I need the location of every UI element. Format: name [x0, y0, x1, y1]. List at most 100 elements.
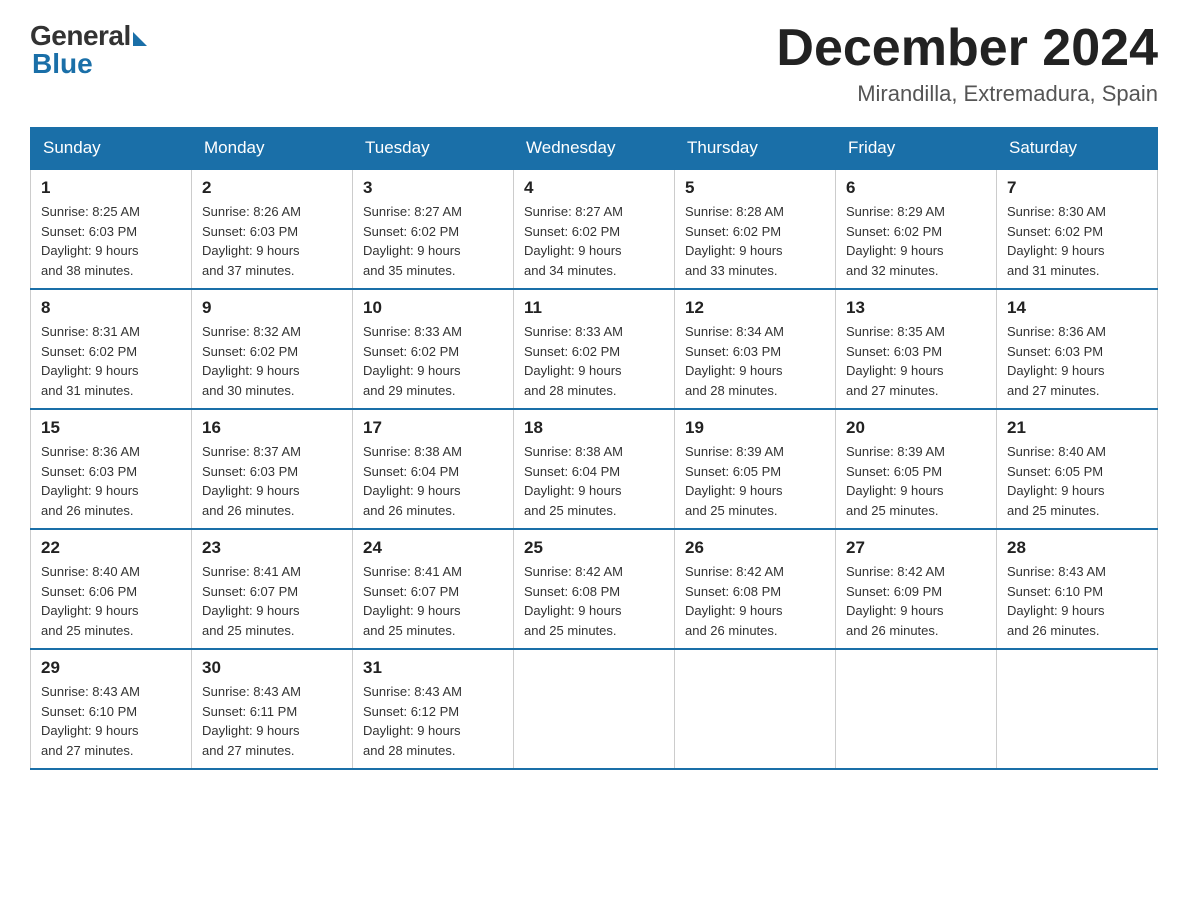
location-text: Mirandilla, Extremadura, Spain — [776, 81, 1158, 107]
page-header: General Blue December 2024 Mirandilla, E… — [30, 20, 1158, 107]
calendar-week-row: 22 Sunrise: 8:40 AMSunset: 6:06 PMDayligh… — [31, 529, 1158, 649]
day-info: Sunrise: 8:36 AMSunset: 6:03 PMDaylight:… — [41, 442, 181, 520]
day-info: Sunrise: 8:43 AMSunset: 6:10 PMDaylight:… — [41, 682, 181, 760]
day-info: Sunrise: 8:25 AMSunset: 6:03 PMDaylight:… — [41, 202, 181, 280]
day-info: Sunrise: 8:27 AMSunset: 6:02 PMDaylight:… — [524, 202, 664, 280]
day-number: 6 — [846, 178, 986, 198]
day-number: 1 — [41, 178, 181, 198]
day-number: 14 — [1007, 298, 1147, 318]
day-info: Sunrise: 8:35 AMSunset: 6:03 PMDaylight:… — [846, 322, 986, 400]
day-info: Sunrise: 8:27 AMSunset: 6:02 PMDaylight:… — [363, 202, 503, 280]
day-number: 19 — [685, 418, 825, 438]
day-number: 15 — [41, 418, 181, 438]
calendar-header-cell: Sunday — [31, 128, 192, 170]
calendar-day-cell: 19 Sunrise: 8:39 AMSunset: 6:05 PMDayligh… — [675, 409, 836, 529]
day-number: 11 — [524, 298, 664, 318]
day-info: Sunrise: 8:28 AMSunset: 6:02 PMDaylight:… — [685, 202, 825, 280]
day-number: 23 — [202, 538, 342, 558]
calendar-day-cell — [836, 649, 997, 769]
day-info: Sunrise: 8:30 AMSunset: 6:02 PMDaylight:… — [1007, 202, 1147, 280]
calendar-day-cell: 12 Sunrise: 8:34 AMSunset: 6:03 PMDayligh… — [675, 289, 836, 409]
day-info: Sunrise: 8:43 AMSunset: 6:12 PMDaylight:… — [363, 682, 503, 760]
calendar-header-row: SundayMondayTuesdayWednesdayThursdayFrid… — [31, 128, 1158, 170]
calendar-header-cell: Friday — [836, 128, 997, 170]
calendar-header-cell: Wednesday — [514, 128, 675, 170]
day-number: 16 — [202, 418, 342, 438]
day-number: 9 — [202, 298, 342, 318]
day-number: 24 — [363, 538, 503, 558]
calendar-week-row: 8 Sunrise: 8:31 AMSunset: 6:02 PMDaylight… — [31, 289, 1158, 409]
day-info: Sunrise: 8:43 AMSunset: 6:10 PMDaylight:… — [1007, 562, 1147, 640]
day-info: Sunrise: 8:32 AMSunset: 6:02 PMDaylight:… — [202, 322, 342, 400]
day-info: Sunrise: 8:34 AMSunset: 6:03 PMDaylight:… — [685, 322, 825, 400]
calendar-day-cell — [514, 649, 675, 769]
calendar-day-cell: 4 Sunrise: 8:27 AMSunset: 6:02 PMDaylight… — [514, 169, 675, 289]
calendar-day-cell: 22 Sunrise: 8:40 AMSunset: 6:06 PMDayligh… — [31, 529, 192, 649]
day-number: 25 — [524, 538, 664, 558]
day-number: 8 — [41, 298, 181, 318]
calendar-day-cell: 15 Sunrise: 8:36 AMSunset: 6:03 PMDayligh… — [31, 409, 192, 529]
day-number: 26 — [685, 538, 825, 558]
calendar-table: SundayMondayTuesdayWednesdayThursdayFrid… — [30, 127, 1158, 770]
calendar-day-cell: 28Sunrise: 8:43 AMSunset: 6:10 PMDayligh… — [997, 529, 1158, 649]
day-number: 17 — [363, 418, 503, 438]
calendar-day-cell: 8 Sunrise: 8:31 AMSunset: 6:02 PMDaylight… — [31, 289, 192, 409]
month-year-title: December 2024 — [776, 20, 1158, 77]
logo: General Blue — [30, 20, 147, 80]
calendar-header-cell: Monday — [192, 128, 353, 170]
calendar-day-cell: 23 Sunrise: 8:41 AMSunset: 6:07 PMDayligh… — [192, 529, 353, 649]
calendar-day-cell: 17 Sunrise: 8:38 AMSunset: 6:04 PMDayligh… — [353, 409, 514, 529]
day-info: Sunrise: 8:42 AMSunset: 6:08 PMDaylight:… — [685, 562, 825, 640]
day-number: 18 — [524, 418, 664, 438]
day-number: 7 — [1007, 178, 1147, 198]
calendar-day-cell: 6 Sunrise: 8:29 AMSunset: 6:02 PMDaylight… — [836, 169, 997, 289]
day-number: 4 — [524, 178, 664, 198]
day-number: 12 — [685, 298, 825, 318]
day-number: 31 — [363, 658, 503, 678]
calendar-day-cell: 20 Sunrise: 8:39 AMSunset: 6:05 PMDayligh… — [836, 409, 997, 529]
calendar-day-cell: 30Sunrise: 8:43 AMSunset: 6:11 PMDayligh… — [192, 649, 353, 769]
logo-blue-text: Blue — [32, 48, 93, 80]
calendar-day-cell: 24 Sunrise: 8:41 AMSunset: 6:07 PMDayligh… — [353, 529, 514, 649]
day-number: 3 — [363, 178, 503, 198]
day-number: 2 — [202, 178, 342, 198]
day-info: Sunrise: 8:39 AMSunset: 6:05 PMDaylight:… — [846, 442, 986, 520]
day-number: 30 — [202, 658, 342, 678]
day-number: 20 — [846, 418, 986, 438]
calendar-week-row: 29Sunrise: 8:43 AMSunset: 6:10 PMDayligh… — [31, 649, 1158, 769]
calendar-day-cell: 21Sunrise: 8:40 AMSunset: 6:05 PMDayligh… — [997, 409, 1158, 529]
day-info: Sunrise: 8:37 AMSunset: 6:03 PMDaylight:… — [202, 442, 342, 520]
day-info: Sunrise: 8:36 AMSunset: 6:03 PMDaylight:… — [1007, 322, 1147, 400]
day-info: Sunrise: 8:41 AMSunset: 6:07 PMDaylight:… — [202, 562, 342, 640]
day-info: Sunrise: 8:42 AMSunset: 6:09 PMDaylight:… — [846, 562, 986, 640]
calendar-day-cell: 16 Sunrise: 8:37 AMSunset: 6:03 PMDayligh… — [192, 409, 353, 529]
calendar-header-cell: Tuesday — [353, 128, 514, 170]
day-info: Sunrise: 8:40 AMSunset: 6:06 PMDaylight:… — [41, 562, 181, 640]
calendar-day-cell: 26 Sunrise: 8:42 AMSunset: 6:08 PMDayligh… — [675, 529, 836, 649]
day-info: Sunrise: 8:29 AMSunset: 6:02 PMDaylight:… — [846, 202, 986, 280]
calendar-body: 1 Sunrise: 8:25 AMSunset: 6:03 PMDaylight… — [31, 169, 1158, 769]
day-info: Sunrise: 8:38 AMSunset: 6:04 PMDaylight:… — [524, 442, 664, 520]
day-info: Sunrise: 8:38 AMSunset: 6:04 PMDaylight:… — [363, 442, 503, 520]
calendar-day-cell — [997, 649, 1158, 769]
calendar-day-cell: 1 Sunrise: 8:25 AMSunset: 6:03 PMDaylight… — [31, 169, 192, 289]
calendar-day-cell: 10Sunrise: 8:33 AMSunset: 6:02 PMDayligh… — [353, 289, 514, 409]
day-info: Sunrise: 8:31 AMSunset: 6:02 PMDaylight:… — [41, 322, 181, 400]
day-info: Sunrise: 8:41 AMSunset: 6:07 PMDaylight:… — [363, 562, 503, 640]
calendar-day-cell: 9 Sunrise: 8:32 AMSunset: 6:02 PMDaylight… — [192, 289, 353, 409]
calendar-header-cell: Saturday — [997, 128, 1158, 170]
calendar-day-cell: 5Sunrise: 8:28 AMSunset: 6:02 PMDaylight… — [675, 169, 836, 289]
day-info: Sunrise: 8:39 AMSunset: 6:05 PMDaylight:… — [685, 442, 825, 520]
day-number: 27 — [846, 538, 986, 558]
calendar-day-cell: 3 Sunrise: 8:27 AMSunset: 6:02 PMDaylight… — [353, 169, 514, 289]
day-number: 22 — [41, 538, 181, 558]
calendar-day-cell — [675, 649, 836, 769]
calendar-day-cell: 13Sunrise: 8:35 AMSunset: 6:03 PMDayligh… — [836, 289, 997, 409]
calendar-day-cell: 11 Sunrise: 8:33 AMSunset: 6:02 PMDayligh… — [514, 289, 675, 409]
day-info: Sunrise: 8:33 AMSunset: 6:02 PMDaylight:… — [524, 322, 664, 400]
day-info: Sunrise: 8:42 AMSunset: 6:08 PMDaylight:… — [524, 562, 664, 640]
calendar-header-cell: Thursday — [675, 128, 836, 170]
title-section: December 2024 Mirandilla, Extremadura, S… — [776, 20, 1158, 107]
calendar-day-cell: 27 Sunrise: 8:42 AMSunset: 6:09 PMDayligh… — [836, 529, 997, 649]
calendar-day-cell: 2Sunrise: 8:26 AMSunset: 6:03 PMDaylight… — [192, 169, 353, 289]
